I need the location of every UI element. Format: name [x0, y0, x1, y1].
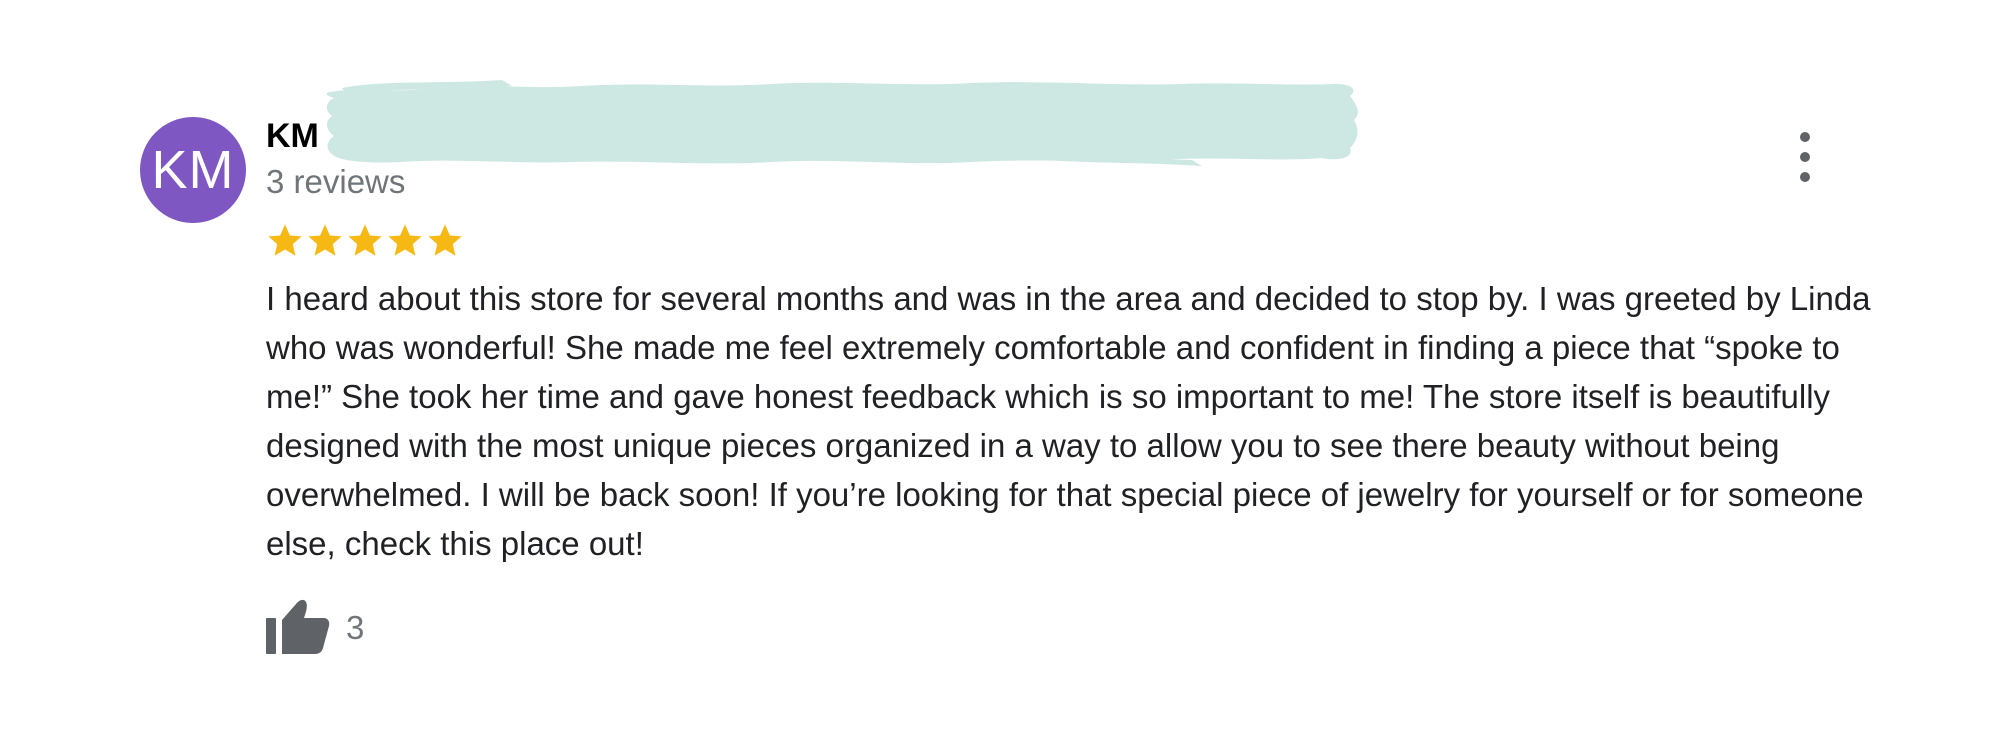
reviewer-name[interactable]: KM	[266, 116, 319, 156]
star-rating	[266, 222, 464, 260]
review-text: I heard about this store for several mon…	[266, 280, 1871, 562]
star-filled-icon	[348, 224, 382, 256]
more-vertical-icon-dot	[1800, 172, 1810, 182]
more-vertical-icon-dot	[1800, 132, 1810, 142]
avatar[interactable]: KM	[140, 117, 246, 223]
review-count[interactable]: 3 reviews	[266, 162, 405, 202]
star-filled-icon	[388, 224, 422, 256]
star-filled-icon	[428, 224, 462, 256]
avatar-initials: KM	[151, 140, 235, 200]
star-filled-icon	[268, 224, 302, 256]
thumbs-up-icon-cuff	[266, 618, 276, 654]
star-filled-icon	[308, 224, 342, 256]
more-options-button[interactable]	[1794, 132, 1816, 182]
like-count: 3	[346, 609, 365, 646]
thumbs-up-icon-hand	[282, 599, 330, 654]
thumbs-up-icon[interactable]	[266, 596, 330, 654]
redaction-shape	[326, 82, 1358, 164]
more-vertical-icon-dot	[1800, 152, 1810, 162]
review-card: KM KM 3 reviews I heard about this store…	[0, 0, 2000, 750]
redaction-brush-stroke	[326, 80, 1358, 166]
